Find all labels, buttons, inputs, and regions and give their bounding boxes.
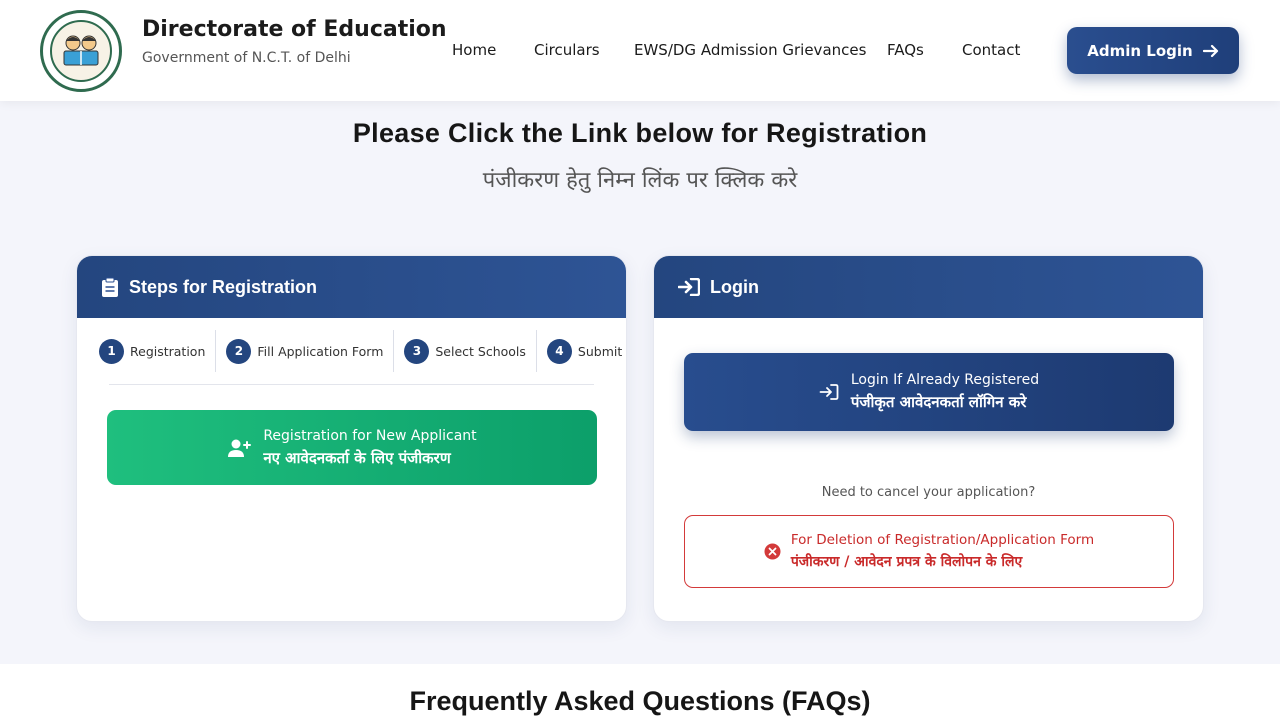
login-registered-button[interactable]: Login If Already Registered पंजीकृत आवेद… xyxy=(684,353,1174,431)
login-card-title: Login xyxy=(710,276,759,297)
site-header: Directorate of Education Government of N… xyxy=(0,0,1280,101)
page-title: Please Click the Link below for Registra… xyxy=(352,118,928,148)
steps-card-title: Steps for Registration xyxy=(129,276,318,297)
register-button-label-hindi: नए आवेदनकर्ता के लिए पंजीकरण xyxy=(263,448,451,467)
step-number: 4 xyxy=(546,338,572,364)
site-subtitle: Government of N.C.T. of Delhi xyxy=(142,50,351,66)
clipboard-icon xyxy=(102,277,118,297)
admin-login-button[interactable]: Admin Login xyxy=(1067,27,1239,74)
nav-contact[interactable]: Contact xyxy=(962,41,1020,59)
step-item: 3 Select Schools xyxy=(394,330,537,372)
steps-card: Steps for Registration 1 Registration 2 … xyxy=(76,255,627,622)
step-label: Submit xyxy=(577,343,623,359)
register-button-label: Registration for New Applicant xyxy=(263,427,477,444)
step-label: Select Schools xyxy=(435,343,526,359)
step-number: 1 xyxy=(99,338,124,364)
step-item: 1 Registration xyxy=(99,330,217,372)
step-number: 2 xyxy=(226,338,252,364)
sign-in-icon xyxy=(678,278,700,296)
nav-faqs[interactable]: FAQs xyxy=(887,41,924,59)
new-registration-button[interactable]: Registration for New Applicant नए आवेदनक… xyxy=(107,410,597,485)
login-button-label: Login If Already Registered xyxy=(850,372,1040,388)
step-number: 3 xyxy=(404,338,430,364)
doe-logo[interactable] xyxy=(40,10,122,92)
steps-divider xyxy=(109,384,594,385)
faq-title: Frequently Asked Questions (FAQs) xyxy=(409,686,871,716)
admin-login-label: Admin Login xyxy=(1087,41,1193,60)
cancel-question-text: Need to cancel your application? xyxy=(821,485,1036,500)
step-item: 4 Submit xyxy=(537,330,622,372)
login-card: Login Login If Already Registered पंजीकृ… xyxy=(653,255,1204,622)
close-circle-icon xyxy=(764,543,781,560)
step-label: Fill Application Form xyxy=(257,343,384,359)
page-title-hindi: पंजीकरण हेतु निम्न लिंक पर क्लिक करे xyxy=(482,168,798,193)
children-reading-icon xyxy=(63,35,99,66)
user-plus-icon xyxy=(228,439,252,457)
login-button-label-hindi: पंजीकृत आवेदनकर्ता लॉगिन करे xyxy=(850,393,1027,411)
nav-home[interactable]: Home xyxy=(452,41,496,59)
site-title: Directorate of Education xyxy=(142,17,447,42)
nav-circulars[interactable]: Circulars xyxy=(534,41,600,59)
step-label: Registration xyxy=(130,343,206,359)
delete-button-label: For Deletion of Registration/Application… xyxy=(790,532,1095,548)
step-item: 2 Fill Application Form xyxy=(216,330,395,372)
arrow-right-icon xyxy=(1202,44,1218,57)
delete-registration-button[interactable]: For Deletion of Registration/Application… xyxy=(684,515,1174,588)
login-card-header: Login xyxy=(654,256,1203,318)
logo-emblem xyxy=(50,20,112,82)
delete-button-label-hindi: पंजीकरण / आवेदन प्रपत्र के विलोपन के लिए xyxy=(790,554,1023,570)
steps-card-header: Steps for Registration xyxy=(77,256,626,318)
nav-ews-dg-grievances[interactable]: EWS/DG Admission Grievances xyxy=(634,41,866,59)
sign-in-icon xyxy=(819,384,839,400)
registration-steps: 1 Registration 2 Fill Application Form 3… xyxy=(99,330,622,372)
